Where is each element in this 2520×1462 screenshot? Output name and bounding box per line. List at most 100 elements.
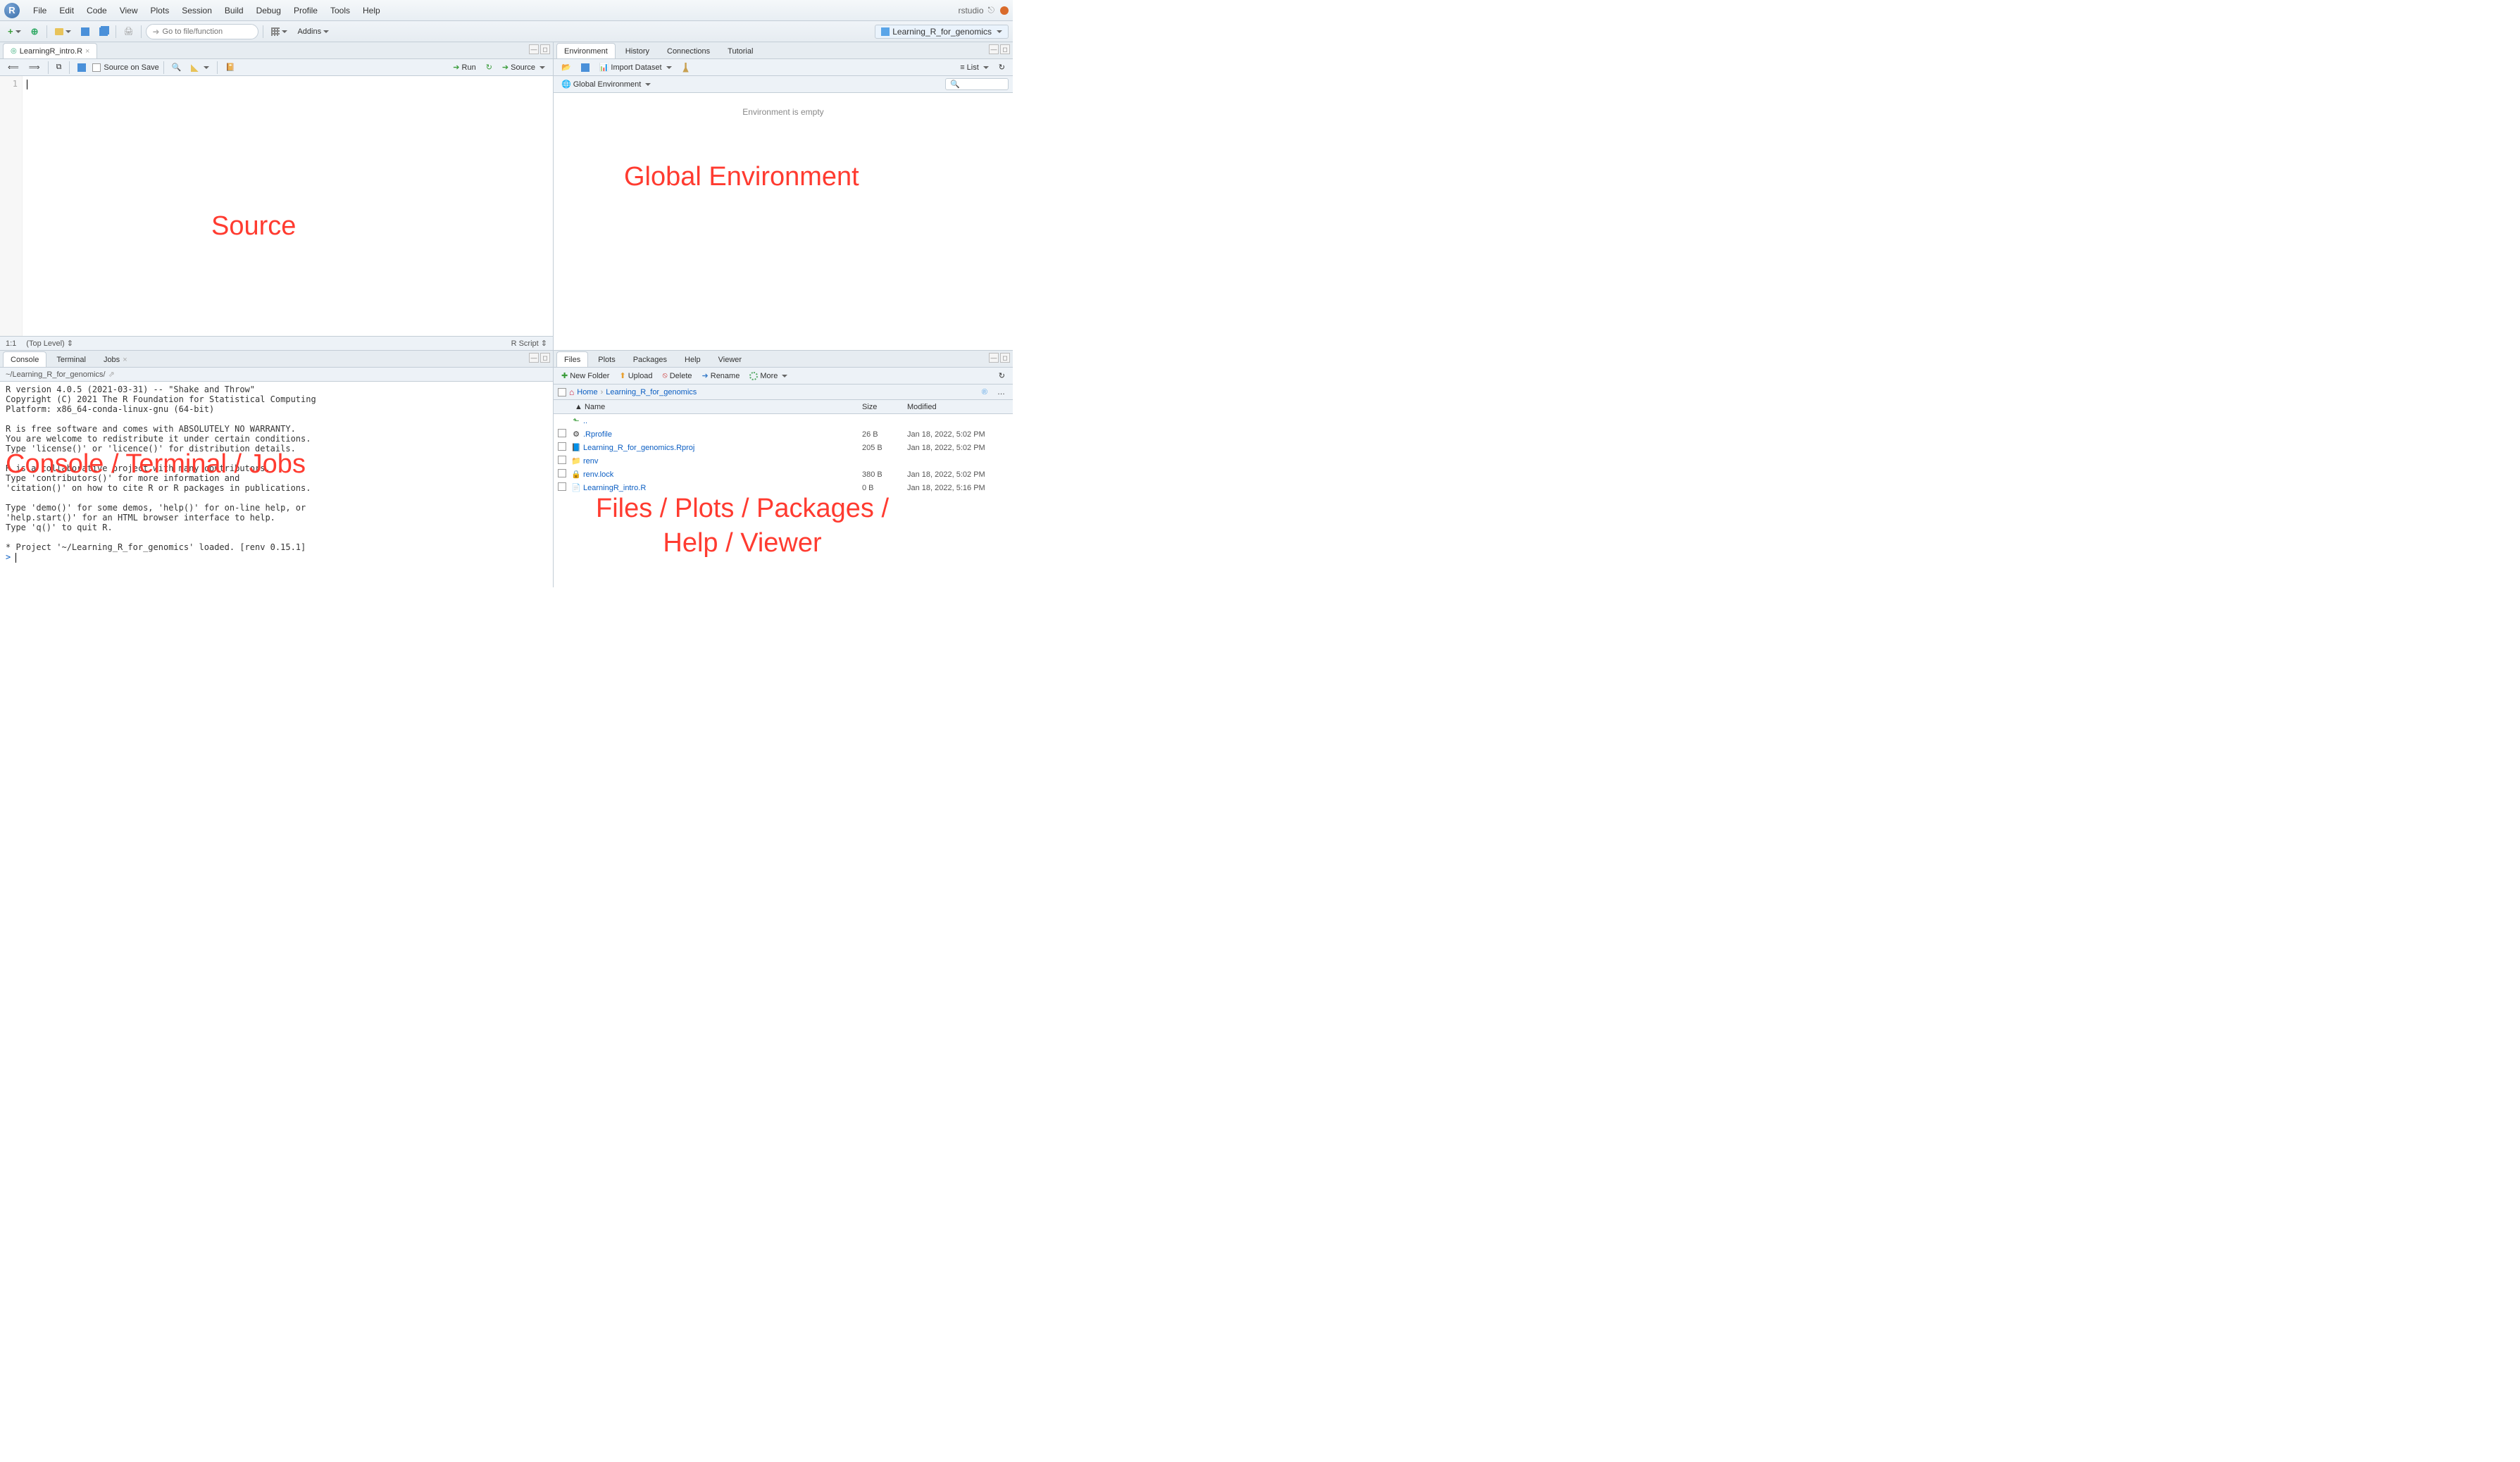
file-row[interactable]: 🔒renv.lock380 BJan 18, 2022, 5:02 PM — [554, 468, 1013, 481]
tab-environment[interactable]: Environment — [556, 43, 616, 58]
file-row-up[interactable]: ⬑ .. — [554, 414, 1013, 427]
tab-console[interactable]: Console — [3, 351, 46, 367]
file-row[interactable]: ⚙.Rprofile26 BJan 18, 2022, 5:02 PM — [554, 427, 1013, 441]
file-name[interactable]: .Rprofile — [582, 430, 862, 439]
file-name[interactable]: Learning_R_for_genomics.Rproj — [582, 444, 862, 452]
file-type-selector[interactable]: R Script ⇕ — [511, 339, 547, 348]
close-icon[interactable]: × — [123, 356, 127, 364]
file-checkbox[interactable] — [558, 429, 566, 437]
toolbar-grid-button[interactable] — [268, 25, 291, 39]
minimize-pane-button[interactable]: — — [529, 353, 539, 363]
upload-button[interactable]: ⬆ Upload — [616, 370, 656, 382]
menu-debug[interactable]: Debug — [250, 6, 287, 15]
file-name[interactable]: renv — [582, 457, 862, 466]
home-icon[interactable]: ⌂ — [569, 387, 574, 397]
forward-button[interactable]: ⟹ — [25, 61, 44, 74]
menu-code[interactable]: Code — [80, 6, 113, 15]
show-in-new-window-button[interactable]: ⧉ — [53, 61, 66, 74]
maximize-pane-button[interactable]: ◻ — [540, 353, 550, 363]
menu-view[interactable]: View — [113, 6, 144, 15]
back-button[interactable]: ⟸ — [4, 61, 23, 74]
save-all-button[interactable] — [96, 25, 111, 39]
run-button[interactable]: ➔Run — [449, 61, 479, 74]
import-dataset-button[interactable]: 📊 Import Dataset — [596, 61, 675, 74]
tab-tutorial[interactable]: Tutorial — [720, 43, 761, 58]
file-checkbox[interactable] — [558, 442, 566, 451]
refresh-env-button[interactable]: ↻ — [995, 61, 1009, 74]
file-function-search[interactable]: ➜ — [146, 24, 258, 39]
menu-file[interactable]: File — [27, 6, 53, 15]
file-checkbox[interactable] — [558, 469, 566, 477]
tab-connections[interactable]: Connections — [659, 43, 718, 58]
menu-help[interactable]: Help — [356, 6, 387, 15]
header-name[interactable]: ▲ Name — [570, 403, 862, 411]
find-replace-button[interactable]: 🔍 — [168, 61, 185, 74]
tab-terminal[interactable]: Terminal — [49, 351, 94, 367]
menu-session[interactable]: Session — [175, 6, 218, 15]
env-search[interactable]: 🔍 — [945, 78, 1009, 90]
scope-selector[interactable]: (Top Level) ⇕ — [26, 339, 73, 348]
menu-build[interactable]: Build — [218, 6, 250, 15]
select-all-checkbox[interactable] — [558, 388, 566, 396]
code-tools-button[interactable] — [187, 61, 213, 74]
close-icon[interactable]: × — [85, 47, 89, 56]
browse-dir-icon[interactable]: ⇗ — [108, 370, 115, 379]
save-button[interactable] — [77, 25, 93, 39]
rename-button[interactable]: ➜ Rename — [699, 370, 744, 382]
tab-packages[interactable]: Packages — [625, 351, 675, 367]
save-workspace-button[interactable] — [578, 61, 593, 74]
maximize-pane-button[interactable]: ◻ — [1000, 44, 1010, 54]
file-row[interactable]: 📘Learning_R_for_genomics.Rproj205 BJan 1… — [554, 441, 1013, 454]
console-output[interactable]: R version 4.0.5 (2021-03-31) -- "Shake a… — [0, 382, 553, 587]
new-folder-button[interactable]: ✚ New Folder — [558, 370, 613, 382]
menu-plots[interactable]: Plots — [144, 6, 176, 15]
file-function-input[interactable] — [163, 27, 247, 36]
tab-plots[interactable]: Plots — [590, 351, 623, 367]
env-scope-selector[interactable]: 🌐 Global Environment — [558, 78, 654, 91]
menu-tools[interactable]: Tools — [324, 6, 356, 15]
compile-report-button[interactable]: 📔 — [222, 61, 239, 74]
file-name[interactable]: renv.lock — [582, 470, 862, 479]
file-checkbox[interactable] — [558, 482, 566, 491]
source-tab[interactable]: ◎ LearningR_intro.R × — [3, 43, 97, 58]
editor-code-area[interactable] — [23, 76, 553, 336]
menu-edit[interactable]: Edit — [53, 6, 80, 15]
maximize-pane-button[interactable]: ◻ — [1000, 353, 1010, 363]
refresh-files-button[interactable]: ↻ — [995, 370, 1009, 382]
minimize-pane-button[interactable]: — — [989, 353, 999, 363]
file-name[interactable]: LearningR_intro.R — [582, 484, 862, 492]
delete-button[interactable]: ⦸ Delete — [659, 370, 696, 382]
minimize-pane-button[interactable]: — — [529, 44, 539, 54]
addins-button[interactable]: Addins — [294, 25, 332, 39]
save-source-button[interactable] — [74, 61, 89, 74]
source-on-save-checkbox[interactable] — [92, 63, 101, 72]
tab-files[interactable]: Files — [556, 351, 588, 367]
breadcrumb-home[interactable]: Home — [577, 388, 597, 396]
tab-history[interactable]: History — [618, 43, 657, 58]
header-size[interactable]: Size — [862, 403, 907, 411]
open-file-button[interactable] — [51, 25, 75, 39]
source-editor[interactable]: 1 — [0, 76, 553, 336]
source-button[interactable]: ➔Source — [499, 61, 549, 74]
load-workspace-button[interactable]: 📂 — [558, 61, 575, 74]
tab-help[interactable]: Help — [677, 351, 709, 367]
console-working-dir[interactable]: ~/Learning_R_for_genomics/ — [6, 370, 106, 379]
rerun-button[interactable]: ↻ — [482, 61, 496, 74]
tab-viewer[interactable]: Viewer — [711, 351, 749, 367]
file-up-label[interactable]: .. — [582, 417, 862, 425]
cursor-position[interactable]: 1:1 — [6, 339, 16, 348]
header-modified[interactable]: Modified — [907, 403, 1013, 411]
sign-out-icon[interactable]: ⎋ — [988, 5, 995, 15]
session-status-icon[interactable] — [1000, 6, 1009, 15]
project-selector[interactable]: Learning_R_for_genomics — [875, 25, 1009, 39]
maximize-pane-button[interactable]: ◻ — [540, 44, 550, 54]
new-file-button[interactable]: + — [4, 25, 25, 39]
minimize-pane-button[interactable]: — — [989, 44, 999, 54]
print-button[interactable]: 🖨 — [120, 25, 137, 39]
menu-profile[interactable]: Profile — [287, 6, 324, 15]
new-project-button[interactable]: ⊕ — [27, 25, 42, 39]
breadcrumb-folder[interactable]: Learning_R_for_genomics — [606, 388, 697, 396]
env-view-mode[interactable]: ≡ List — [956, 61, 992, 74]
file-row[interactable]: 📁renv — [554, 454, 1013, 468]
more-button[interactable]: More — [746, 370, 791, 382]
